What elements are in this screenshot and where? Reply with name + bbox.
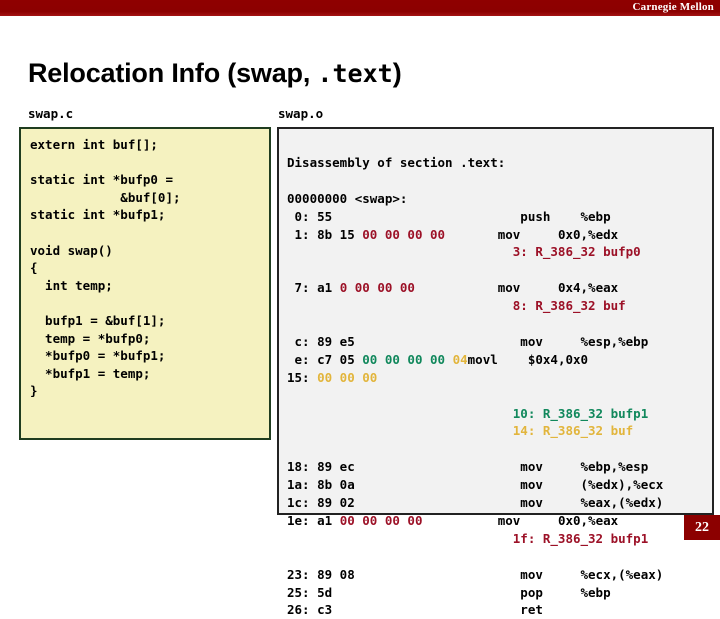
- disasm-line: 15: 00 00 00: [287, 369, 712, 387]
- relocation-highlight-gold: 14: R_386_32 buf: [287, 423, 634, 439]
- relocation-highlight-red: 8: R_386_32 buf: [287, 298, 626, 314]
- relocation-highlight-green: 10: R_386_32 bufp1: [287, 405, 649, 421]
- disasm-line: 18: 89 ec mov %ebp,%esp: [287, 458, 712, 476]
- disasm-text: Disassembly of section .text:: [287, 154, 506, 170]
- disasm-text: 00000000 <swap>:: [287, 190, 408, 206]
- disasm-line: 1f: R_386_32 bufp1: [287, 530, 712, 548]
- disasm-line: 8: R_386_32 buf: [287, 297, 712, 315]
- code-line: int temp;: [30, 277, 113, 293]
- disasm-line: 25: 5d pop %ebp: [287, 584, 712, 602]
- code-line: bufp1 = &buf[1];: [30, 312, 166, 328]
- disasm-blank-line: [287, 548, 712, 566]
- disasm-line: 14: R_386_32 buf: [287, 422, 712, 440]
- disasm-line: 10: R_386_32 bufp1: [287, 405, 712, 423]
- disasm-text: c: 89 e5 mov %esp,%ebp: [287, 333, 649, 349]
- disasm-line: 1: 8b 15 00 00 00 00 mov 0x0,%edx: [287, 226, 712, 244]
- top-banner: Carnegie Mellon: [0, 0, 720, 16]
- disasm-line: Disassembly of section .text:: [287, 154, 712, 172]
- relocation-highlight-red: 3: R_386_32 bufp0: [287, 244, 641, 260]
- disasm-blank-line: [287, 172, 712, 190]
- disasm-blank-line: [287, 315, 712, 333]
- disassembly-listing: Disassembly of section .text: 00000000 <s…: [287, 136, 712, 619]
- disasm-text: 26: c3 ret: [287, 602, 543, 618]
- source-code-panel: extern int buf[]; static int *bufp0 = &bu…: [19, 127, 271, 440]
- disasm-text: movl $0x4,0x0: [467, 351, 589, 367]
- disasm-line: 3: R_386_32 bufp0: [287, 243, 712, 261]
- carnegie-mellon-brand-label: Carnegie Mellon: [632, 1, 714, 13]
- page-title: Relocation Info (swap, .text): [28, 58, 402, 89]
- relocation-highlight-red: 00 00 00 00: [339, 512, 423, 528]
- code-line: temp = *bufp0;: [30, 330, 151, 346]
- disasm-line: 23: 89 08 mov %ecx,(%eax): [287, 566, 712, 584]
- disasm-line: 26: c3 ret: [287, 601, 712, 619]
- disasm-text: 7: a1: [287, 280, 340, 296]
- code-line: void swap(): [30, 242, 113, 258]
- code-line: *bufp1 = temp;: [30, 365, 151, 381]
- code-line: }: [30, 383, 38, 399]
- disasm-text: mov 0x4,%eax: [414, 280, 619, 296]
- disasm-text: 18: 89 ec mov %ebp,%esp: [287, 459, 649, 475]
- relocation-highlight-gold: 04: [452, 351, 468, 367]
- disasm-text: 1c: 89 02 mov %eax,(%edx): [287, 495, 664, 511]
- disasm-line: 00000000 <swap>:: [287, 190, 712, 208]
- code-line: &buf[0];: [30, 189, 181, 205]
- disasm-text: 23: 89 08 mov %ecx,(%eax): [287, 566, 664, 582]
- disasm-line: e: c7 05 00 00 00 00 04movl $0x4,0x0: [287, 351, 712, 369]
- disasm-line: 1e: a1 00 00 00 00 mov 0x0,%eax: [287, 512, 712, 530]
- object-file-caption: swap.o: [278, 106, 324, 121]
- disasm-text: mov 0x0,%edx: [445, 226, 619, 242]
- disasm-line: 1a: 8b 0a mov (%edx),%ecx: [287, 476, 712, 494]
- relocation-highlight-red: 0 00 00 00: [339, 280, 415, 296]
- page-title-suffix: ): [392, 58, 402, 89]
- source-file-caption: swap.c: [28, 106, 74, 121]
- disasm-line: c: 89 e5 mov %esp,%ebp: [287, 333, 712, 351]
- disasm-text: 1: 8b 15: [287, 226, 363, 242]
- disasm-text: mov 0x0,%eax: [422, 512, 619, 528]
- disasm-line: 1c: 89 02 mov %eax,(%edx): [287, 494, 712, 512]
- disasm-text: 1e: a1: [287, 512, 340, 528]
- disasm-text: 25: 5d pop %ebp: [287, 584, 611, 600]
- code-line: extern int buf[];: [30, 137, 158, 152]
- disasm-text: 15:: [287, 369, 318, 385]
- page-title-section-name: .text: [317, 59, 393, 89]
- disasm-blank-line: [287, 440, 712, 458]
- disasm-blank-line: [287, 261, 712, 279]
- disasm-blank-line: [287, 387, 712, 405]
- code-line: static int *bufp1;: [30, 207, 166, 223]
- disasm-line: 0: 55 push %ebp: [287, 208, 712, 226]
- source-code-listing: extern int buf[]; static int *bufp0 = &bu…: [30, 136, 269, 400]
- code-line: {: [30, 260, 38, 276]
- code-line: *bufp0 = *bufp1;: [30, 348, 166, 364]
- disasm-line: 7: a1 0 00 00 00 mov 0x4,%eax: [287, 279, 712, 297]
- page-title-prefix: Relocation Info (swap,: [28, 58, 318, 89]
- code-line: static int *bufp0 =: [30, 172, 173, 188]
- disasm-text: 1a: 8b 0a mov (%edx),%ecx: [287, 477, 664, 493]
- relocation-highlight-green: 00 00 00 00: [362, 351, 453, 367]
- disasm-text: e: c7 05: [287, 351, 363, 367]
- relocation-highlight-red: 00 00 00 00: [362, 226, 446, 242]
- page-number-badge: 22: [684, 515, 720, 540]
- disassembly-panel: Disassembly of section .text: 00000000 <s…: [277, 127, 714, 617]
- relocation-highlight-gold: 00 00 00: [317, 369, 378, 385]
- disasm-blank-line: [287, 136, 712, 154]
- relocation-highlight-red: 1f: R_386_32 bufp1: [287, 530, 649, 546]
- disasm-text: 0: 55 push %ebp: [287, 208, 611, 224]
